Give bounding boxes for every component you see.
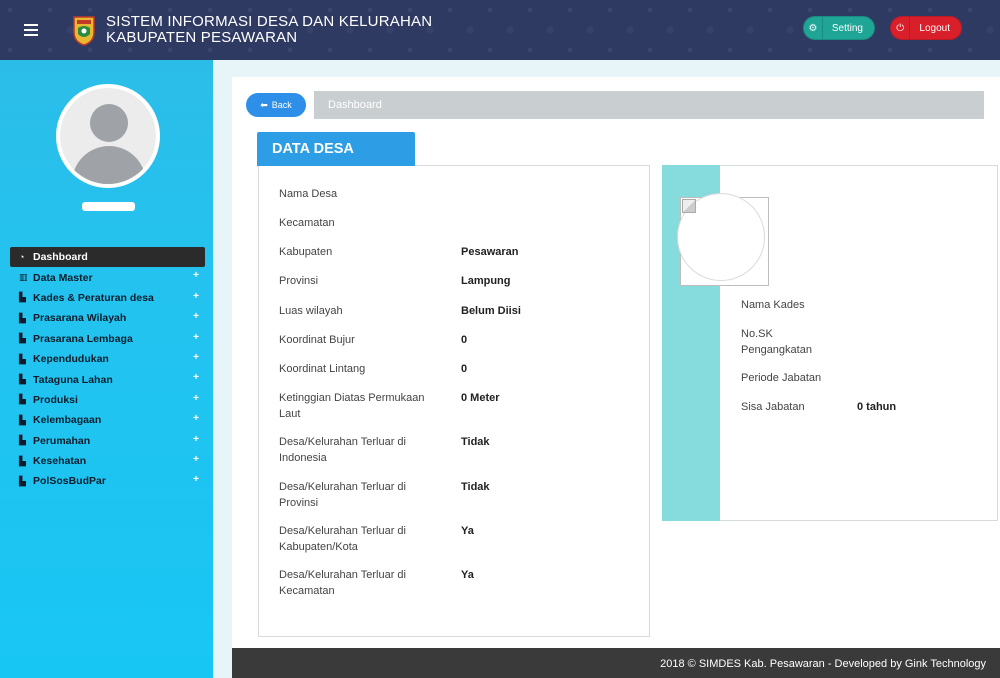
- label-nama-kades: Nama Kades: [741, 299, 805, 311]
- expand-plus-icon[interactable]: +: [193, 393, 199, 404]
- sidebar-item-polsosbudpar[interactable]: ▙ PolSosBudPar +: [10, 471, 205, 491]
- app-title-line1: SISTEM INFORMASI DESA DAN KELURAHAN: [106, 13, 433, 30]
- value-provinsi: Lampung: [461, 275, 511, 287]
- label-luas-wilayah: Luas wilayah: [279, 305, 343, 317]
- label-periode-jabatan: Periode Jabatan: [741, 372, 822, 384]
- sidebar-item-label: Kesehatan: [33, 455, 87, 468]
- value-ketinggian: 0 Meter: [461, 392, 500, 404]
- app-title: SISTEM INFORMASI DESA DAN KELURAHAN KABU…: [106, 14, 432, 46]
- label-terluar-kabupaten: Desa/Kelurahan Terluar di Kabupaten/Kota: [279, 525, 406, 553]
- sidebar-item-tataguna-lahan[interactable]: ▙ Tataguna Lahan +: [10, 369, 205, 389]
- value-luas-wilayah: Belum Diisi: [461, 305, 521, 317]
- sidebar-item-produksi[interactable]: ▙ Produksi +: [10, 390, 205, 410]
- document-icon: ▙: [19, 394, 26, 405]
- sidebar-item-label: Tataguna Lahan: [33, 373, 113, 386]
- expand-plus-icon[interactable]: +: [193, 413, 199, 424]
- label-koordinat-lintang: Koordinat Lintang: [279, 363, 366, 375]
- sidebar-item-kependudukan[interactable]: ▙ Kependudukan +: [10, 349, 205, 369]
- sidebar: ◔ Dashboard ▥ Data Master + ▙ Kades & Peratura…: [0, 60, 213, 678]
- dashboard-icon: ◔: [19, 252, 25, 263]
- hamburger-icon[interactable]: [24, 24, 38, 36]
- document-icon: ▙: [19, 312, 26, 323]
- value-terluar-kabupaten: Ya: [461, 525, 474, 537]
- document-icon: ▙: [19, 333, 26, 344]
- label-nama-desa: Nama Desa: [279, 188, 338, 200]
- sidebar-item-label: Kades & Peraturan desa: [33, 291, 154, 304]
- user-avatar: [56, 84, 160, 188]
- label-ketinggian: Ketinggian Diatas Permukaan Laut: [279, 392, 425, 420]
- document-icon: ▙: [19, 475, 26, 486]
- sidebar-item-prasarana-lembaga[interactable]: ▙ Prasarana Lembaga +: [10, 329, 205, 349]
- pesawaran-crest-logo: [73, 16, 95, 46]
- document-icon: ▙: [19, 455, 26, 466]
- sidebar-item-label: PolSosBudPar: [33, 475, 106, 488]
- back-label: Back: [271, 100, 292, 110]
- label-kabupaten: Kabupaten: [279, 246, 333, 258]
- arrow-left-icon: ⬅: [260, 99, 268, 110]
- label-kecamatan: Kecamatan: [279, 217, 335, 229]
- top-header: SISTEM INFORMASI DESA DAN KELURAHAN KABU…: [0, 0, 1000, 60]
- label-provinsi: Provinsi: [279, 275, 319, 287]
- gear-icon: ⚙: [804, 17, 823, 39]
- sidebar-item-label: Kelembagaan: [33, 414, 102, 427]
- document-icon: ▙: [19, 374, 26, 385]
- sidebar-item-label: Dashboard: [33, 251, 88, 264]
- sidebar-item-label: Kependudukan: [33, 353, 109, 366]
- app-title-line2: KABUPATEN PESAWARAN: [106, 29, 298, 46]
- label-koordinat-bujur: Koordinat Bujur: [279, 334, 355, 346]
- value-terluar-provinsi: Tidak: [461, 481, 490, 493]
- sidebar-item-dashboard[interactable]: ◔ Dashboard: [10, 247, 205, 268]
- sidebar-item-prasarana-wilayah[interactable]: ▙ Prasarana Wilayah +: [10, 308, 205, 328]
- expand-plus-icon[interactable]: +: [193, 454, 199, 465]
- expand-plus-icon[interactable]: +: [193, 270, 199, 281]
- broken-image-icon: [682, 199, 696, 213]
- avatar-head: [90, 104, 128, 142]
- value-sisa-jabatan: 0 tahun: [857, 401, 897, 413]
- sidebar-item-kelembagaan[interactable]: ▙ Kelembagaan +: [10, 410, 205, 430]
- sidebar-item-data-master[interactable]: ▥ Data Master +: [10, 267, 205, 287]
- setting-button[interactable]: ⚙ Setting: [803, 16, 875, 40]
- sidebar-item-label: Prasarana Lembaga: [33, 332, 133, 345]
- expand-plus-icon[interactable]: +: [193, 474, 199, 485]
- value-terluar-indonesia: Tidak: [461, 436, 490, 448]
- label-no-sk: No.SK Pengangkatan: [741, 328, 812, 356]
- footer: 2018 © SIMDES Kab. Pesawaran - Developed…: [232, 648, 1000, 678]
- breadcrumb: Dashboard: [314, 91, 984, 119]
- power-icon: ⏻: [891, 17, 911, 39]
- label-terluar-kecamatan: Desa/Kelurahan Terluar di Kecamatan: [279, 569, 406, 597]
- label-terluar-provinsi: Desa/Kelurahan Terluar di Provinsi: [279, 481, 406, 509]
- expand-plus-icon[interactable]: +: [193, 372, 199, 383]
- user-name-redacted: [82, 202, 135, 211]
- sidebar-nav: ◔ Dashboard ▥ Data Master + ▙ Kades & Peratura…: [10, 247, 205, 492]
- expand-plus-icon[interactable]: +: [193, 311, 199, 322]
- sidebar-item-label: Perumahan: [33, 434, 91, 447]
- sidebar-item-label: Produksi: [33, 393, 78, 406]
- bank-icon: ▥: [19, 272, 28, 283]
- document-icon: ▙: [19, 353, 26, 364]
- back-button[interactable]: ⬅ Back: [246, 93, 306, 117]
- logout-button[interactable]: ⏻ Logout: [890, 16, 962, 40]
- sidebar-item-kesehatan[interactable]: ▙ Kesehatan +: [10, 451, 205, 471]
- value-terluar-kecamatan: Ya: [461, 569, 474, 581]
- label-terluar-indonesia: Desa/Kelurahan Terluar di Indonesia: [279, 436, 406, 464]
- setting-label: Setting: [831, 22, 863, 34]
- document-icon: ▙: [19, 414, 26, 425]
- sidebar-item-kades-peraturan-desa[interactable]: ▙ Kades & Peraturan desa +: [10, 288, 205, 308]
- sidebar-item-label: Prasarana Wilayah: [33, 312, 127, 325]
- expand-plus-icon[interactable]: +: [193, 332, 199, 343]
- sidebar-item-label: Data Master: [33, 271, 93, 284]
- document-icon: ▙: [19, 292, 26, 303]
- value-kabupaten: Pesawaran: [461, 246, 519, 258]
- value-koordinat-bujur: 0: [461, 334, 468, 346]
- expand-plus-icon[interactable]: +: [193, 352, 199, 363]
- expand-plus-icon[interactable]: +: [193, 291, 199, 302]
- label-sisa-jabatan: Sisa Jabatan: [741, 401, 805, 413]
- expand-plus-icon[interactable]: +: [193, 434, 199, 445]
- document-icon: ▙: [19, 435, 26, 446]
- avatar-body: [72, 146, 146, 184]
- sidebar-item-perumahan[interactable]: ▙ Perumahan +: [10, 431, 205, 451]
- value-koordinat-lintang: 0: [461, 363, 468, 375]
- data-desa-title: DATA DESA: [257, 132, 415, 166]
- logout-label: Logout: [919, 22, 950, 34]
